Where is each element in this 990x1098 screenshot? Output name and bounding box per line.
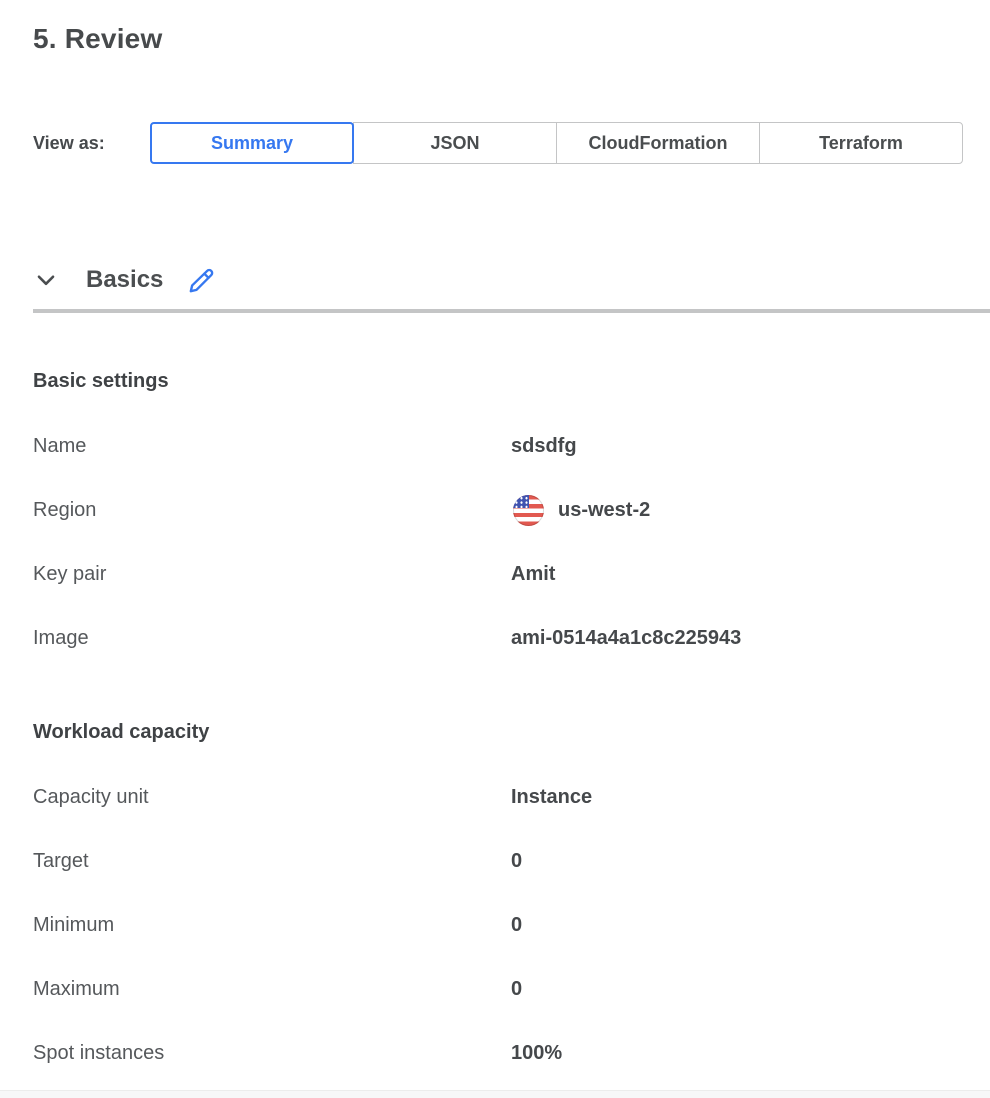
- row-value: ami-0514a4a1c8c225943: [511, 627, 741, 650]
- tab-terraform[interactable]: Terraform: [759, 122, 963, 164]
- summary-row: Region us-west-2: [33, 478, 970, 542]
- row-value-text: 100%: [511, 1042, 562, 1065]
- tab-summary[interactable]: Summary: [150, 122, 354, 164]
- row-value: 0: [511, 850, 522, 873]
- row-value-text: ami-0514a4a1c8c225943: [511, 627, 741, 650]
- summary-row: Namesdsdfg: [33, 414, 970, 478]
- row-value: 100%: [511, 1042, 562, 1065]
- row-value-text: Instance: [511, 786, 592, 809]
- summary-groups: Basic settings Namesdsdfg Region us-west-2 K…: [33, 369, 990, 1085]
- row-label: Region: [33, 499, 511, 522]
- summary-row: Target0: [33, 829, 970, 893]
- row-label: Target: [33, 850, 511, 873]
- row-value-text: Amit: [511, 563, 555, 586]
- section-title: Basics: [86, 266, 163, 294]
- edit-basics-button[interactable]: [187, 266, 215, 294]
- row-label: Capacity unit: [33, 786, 511, 809]
- group-heading: Workload capacity: [33, 720, 970, 744]
- row-label: Minimum: [33, 914, 511, 937]
- tab-json[interactable]: JSON: [353, 122, 557, 164]
- summary-group: Basic settings Namesdsdfg Region us-west-2 K…: [33, 369, 970, 670]
- row-value: sdsdfg: [511, 435, 577, 458]
- tab-cloudformation[interactable]: CloudFormation: [556, 122, 760, 164]
- page-title: 5. Review: [33, 0, 990, 56]
- summary-row: Spot instances100%: [33, 1021, 970, 1085]
- view-as-label: View as:: [33, 133, 150, 154]
- summary-row: Key pairAmit: [33, 542, 970, 606]
- row-value-text: 0: [511, 850, 522, 873]
- row-value: 0: [511, 914, 522, 937]
- row-value: Amit: [511, 563, 555, 586]
- row-value-text: us-west-2: [558, 499, 650, 522]
- section-divider: [33, 309, 990, 313]
- view-as-tabs: SummaryJSONCloudFormationTerraform: [150, 122, 963, 164]
- row-value: 0: [511, 978, 522, 1001]
- summary-row: Capacity unitInstance: [33, 765, 970, 829]
- pencil-icon: [188, 267, 215, 294]
- basics-section-header: Basics: [33, 266, 990, 294]
- row-label: Spot instances: [33, 1042, 511, 1065]
- row-label: Name: [33, 435, 511, 458]
- row-value-text: sdsdfg: [511, 435, 577, 458]
- row-value: us-west-2: [511, 495, 650, 526]
- next-section-edge: [0, 1090, 990, 1098]
- row-value-text: 0: [511, 914, 522, 937]
- view-as-bar: View as: SummaryJSONCloudFormationTerraf…: [33, 122, 990, 164]
- collapse-section-button[interactable]: [33, 267, 59, 293]
- group-heading: Basic settings: [33, 369, 970, 393]
- row-label: Key pair: [33, 563, 511, 586]
- review-page: 5. Review View as: SummaryJSONCloudForma…: [0, 0, 990, 1085]
- summary-row: Minimum0: [33, 893, 970, 957]
- summary-group: Workload capacityCapacity unitInstanceTa…: [33, 720, 970, 1085]
- row-label: Maximum: [33, 978, 511, 1001]
- row-value-text: 0: [511, 978, 522, 1001]
- us-flag-icon: [513, 495, 544, 526]
- row-value: Instance: [511, 786, 592, 809]
- row-label: Image: [33, 627, 511, 650]
- summary-row: Maximum0: [33, 957, 970, 1021]
- chevron-down-icon: [33, 267, 59, 293]
- summary-row: Imageami-0514a4a1c8c225943: [33, 606, 970, 670]
